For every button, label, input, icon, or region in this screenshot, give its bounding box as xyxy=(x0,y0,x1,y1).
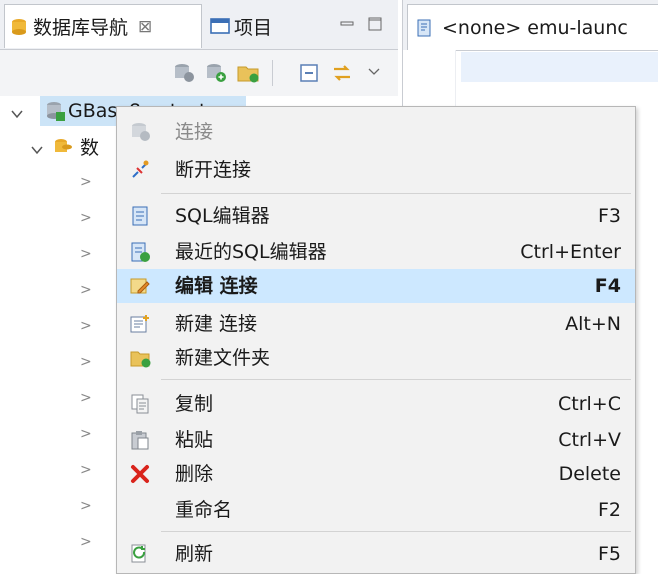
tree-collapse-chevron-icon[interactable]: > xyxy=(80,498,92,514)
delete-icon xyxy=(129,463,151,485)
tab-sql-editor-label: <none> emu-launc xyxy=(442,16,628,39)
menu-item-edit-connection-shortcut: F4 xyxy=(594,275,621,297)
tree-collapse-chevron-icon[interactable]: > xyxy=(80,390,92,406)
tree-collapse-chevron-icon[interactable]: > xyxy=(80,210,92,226)
minimize-icon[interactable] xyxy=(340,14,354,28)
menu-item-copy-shortcut: Ctrl+C xyxy=(558,393,621,415)
menu-item-refresh-label: 刷新 xyxy=(175,543,214,565)
maximize-icon[interactable] xyxy=(368,14,382,31)
project-icon xyxy=(210,17,230,35)
menu-item-recent-sql-editor-label: 最近的SQL编辑器 xyxy=(175,241,327,263)
tree-collapse-chevron-icon[interactable]: > xyxy=(80,354,92,370)
menu-item-delete-label: 删除 xyxy=(175,463,214,485)
menu-item-connect[interactable]: 连接 xyxy=(117,115,635,149)
menu-item-edit-connection[interactable]: 编辑 连接 F4 xyxy=(117,269,635,303)
new-connection-toolbar-icon[interactable] xyxy=(204,62,228,84)
menu-item-rename[interactable]: 重命名 F2 xyxy=(117,493,635,527)
menu-item-recent-sql-editor-shortcut: Ctrl+Enter xyxy=(520,241,621,263)
tree-expand-chevron-icon[interactable] xyxy=(30,140,44,155)
menu-item-new-folder[interactable]: 新建文件夹 xyxy=(117,341,635,375)
menu-item-new-connection-shortcut: Alt+N xyxy=(565,313,621,335)
recent-sql-editor-icon xyxy=(129,241,151,263)
menu-item-rename-shortcut: F2 xyxy=(597,499,621,521)
menu-item-refresh[interactable]: 刷新 F5 xyxy=(117,537,635,571)
sql-editor-icon xyxy=(414,18,434,38)
menu-item-delete-shortcut: Delete xyxy=(558,463,621,485)
menu-item-refresh-shortcut: F5 xyxy=(597,543,621,565)
tab-projects-label: 项目 xyxy=(234,16,273,39)
connect-icon xyxy=(129,121,151,143)
tree-collapse-chevron-icon[interactable]: > xyxy=(80,318,92,334)
databases-folder-icon xyxy=(52,136,74,158)
tree-collapse-chevron-icon[interactable]: > xyxy=(80,246,92,262)
tab-database-navigator[interactable]: 数据库导航 ⊠ xyxy=(4,4,202,48)
tree-collapse-chevron-icon[interactable]: > xyxy=(80,534,92,550)
tree-expand-chevron-icon[interactable] xyxy=(10,104,24,119)
copy-icon xyxy=(129,393,151,415)
menu-item-sql-editor-shortcut: F3 xyxy=(597,205,621,227)
refresh-icon xyxy=(129,543,151,565)
new-folder-icon xyxy=(129,347,151,369)
paste-icon xyxy=(129,429,151,451)
menu-item-connect-label: 连接 xyxy=(175,121,214,143)
menu-separator xyxy=(161,379,631,380)
disconnect-icon xyxy=(129,159,151,181)
menu-item-paste-shortcut: Ctrl+V xyxy=(558,429,621,451)
menu-item-new-connection-label: 新建 连接 xyxy=(175,313,258,335)
editor-tab-bar: <none> emu-launc xyxy=(403,0,658,51)
menu-item-copy-label: 复制 xyxy=(175,393,214,415)
new-folder-toolbar-icon[interactable] xyxy=(236,62,260,84)
tree-collapse-chevron-icon[interactable]: > xyxy=(80,174,92,190)
tab-database-navigator-label: 数据库导航 xyxy=(33,17,129,39)
tree-collapse-chevron-icon[interactable]: > xyxy=(80,426,92,442)
tree-collapse-chevron-icon[interactable]: > xyxy=(80,282,92,298)
menu-item-new-folder-label: 新建文件夹 xyxy=(175,347,271,369)
navigator-tab-bar: 数据库导航 ⊠ 项目 xyxy=(0,0,398,50)
menu-item-new-connection[interactable]: 新建 连接 Alt+N xyxy=(117,307,635,341)
menu-separator xyxy=(161,531,631,532)
context-menu: 连接 断开连接 SQL编辑器 F3 最近的SQL编辑器 Ctrl+Enter 编… xyxy=(116,106,636,574)
connect-toolbar-icon[interactable] xyxy=(172,62,196,84)
menu-item-delete[interactable]: 删除 Delete xyxy=(117,457,635,491)
menu-item-rename-label: 重命名 xyxy=(175,499,233,521)
menu-separator xyxy=(161,193,631,194)
menu-item-paste-label: 粘贴 xyxy=(175,429,214,451)
tab-projects[interactable]: 项目 xyxy=(206,4,296,48)
database-connection-icon xyxy=(44,100,66,122)
view-menu-icon[interactable] xyxy=(366,62,382,78)
tab-sql-editor[interactable]: <none> emu-launc xyxy=(407,4,658,50)
new-connection-icon xyxy=(129,313,151,335)
menu-item-sql-editor-label: SQL编辑器 xyxy=(175,205,270,227)
menu-item-paste[interactable]: 粘贴 Ctrl+V xyxy=(117,423,635,457)
tree-item-databases-label: 数 xyxy=(80,137,100,159)
sql-editor-icon xyxy=(129,205,151,227)
editor-current-line[interactable] xyxy=(461,52,658,82)
toolbar-separator xyxy=(272,60,273,86)
menu-item-disconnect-label: 断开连接 xyxy=(175,159,252,181)
menu-item-edit-connection-label: 编辑 连接 xyxy=(175,275,258,297)
edit-connection-icon xyxy=(129,275,151,297)
menu-item-sql-editor[interactable]: SQL编辑器 F3 xyxy=(117,199,635,233)
menu-item-copy[interactable]: 复制 Ctrl+C xyxy=(117,387,635,421)
tree-collapse-chevron-icon[interactable]: > xyxy=(80,462,92,478)
menu-item-disconnect[interactable]: 断开连接 xyxy=(117,153,635,187)
menu-item-recent-sql-editor[interactable]: 最近的SQL编辑器 Ctrl+Enter xyxy=(117,235,635,269)
database-navigator-icon xyxy=(9,17,29,37)
close-icon[interactable]: ⊠ xyxy=(138,17,152,37)
link-with-editor-icon[interactable] xyxy=(330,62,354,84)
collapse-all-icon[interactable] xyxy=(298,62,320,84)
